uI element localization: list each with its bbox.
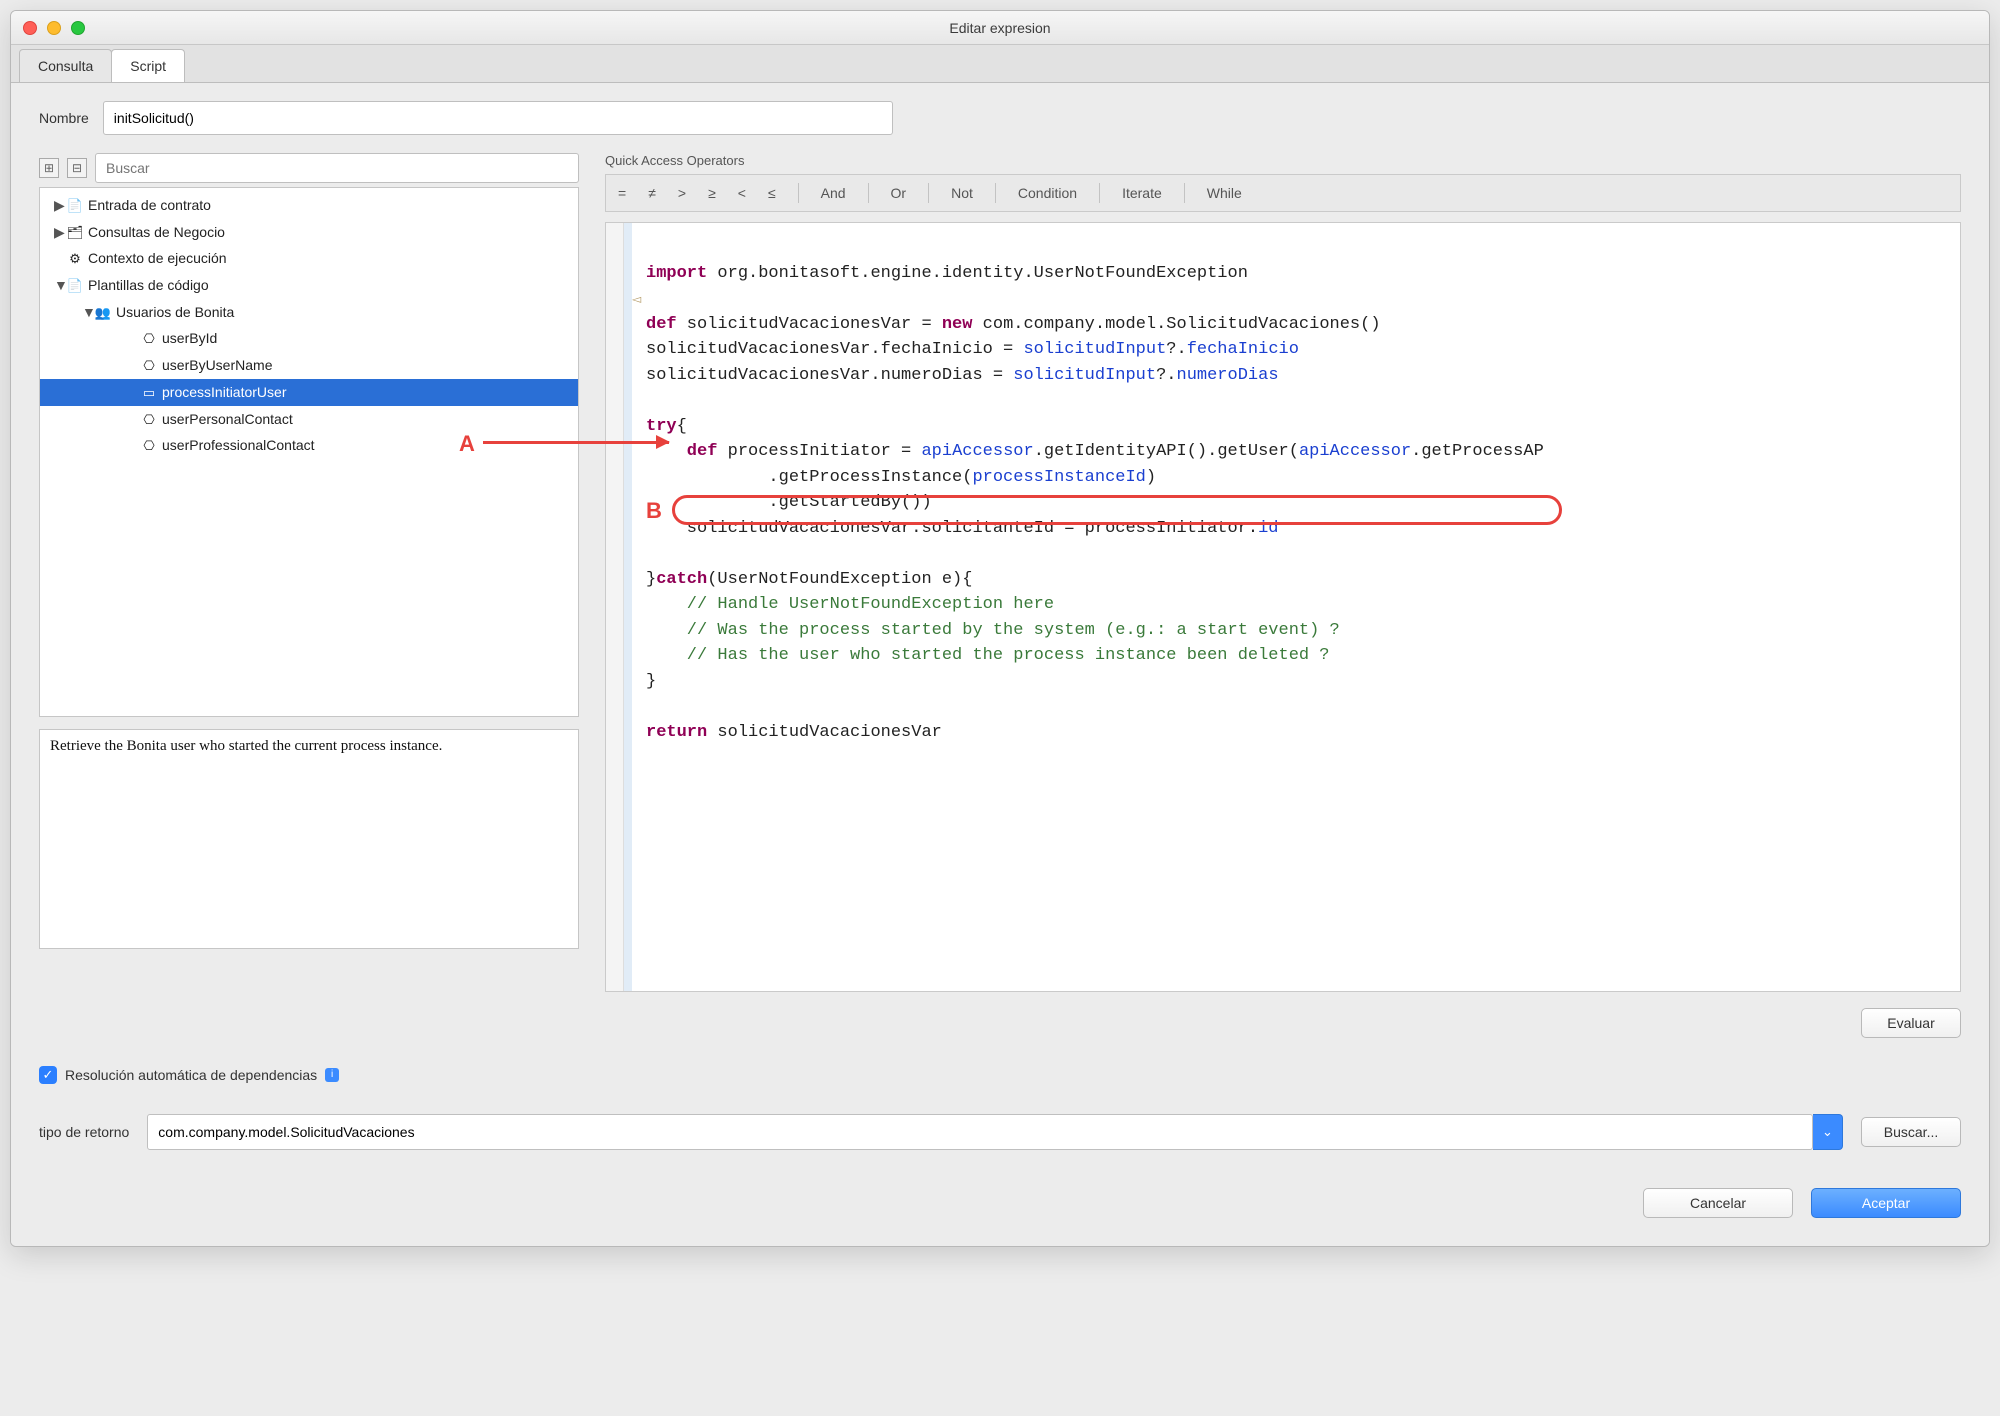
info-icon[interactable]: i [325,1068,339,1082]
op-or[interactable]: Or [891,185,907,201]
tree-node-user-professional-contact[interactable]: ⎔userProfessionalContact [40,432,578,459]
search-type-button[interactable]: Buscar... [1861,1117,1961,1147]
annotation-a-arrow [483,441,669,444]
return-type-label: tipo de retorno [39,1124,129,1140]
tree-node-consultas-negocio[interactable]: ▶🗂Consultas de Negocio [40,219,578,246]
zoom-window-button[interactable] [71,21,85,35]
op-gte[interactable]: ≥ [708,185,716,201]
tree-search-input[interactable] [95,153,579,183]
operator-toolbar: = ≠ > ≥ < ≤ And Or Not Condition Iterate [605,174,1961,212]
annotation-b-label: B [646,498,662,524]
op-lte[interactable]: ≤ [768,185,776,201]
snippet-icon: ⎔ [140,434,158,459]
annotation-b-circle [672,495,1562,525]
expand-all-button[interactable]: ⊞ [39,158,59,178]
auto-dependency-checkbox[interactable]: ✓ [39,1066,57,1084]
document-icon: 📄 [66,274,84,299]
gear-icon: ⚙ [66,247,84,272]
op-condition[interactable]: Condition [1018,185,1077,201]
name-input[interactable] [103,101,893,135]
chevron-down-icon[interactable]: ⌄ [1813,1114,1843,1150]
collapse-all-button[interactable]: ⊟ [67,158,87,178]
template-tree[interactable]: ▶📄Entrada de contrato ▶🗂Consultas de Neg… [39,187,579,717]
close-window-button[interactable] [23,21,37,35]
evaluate-button[interactable]: Evaluar [1861,1008,1961,1038]
snippet-icon: ⎔ [140,327,158,352]
auto-dependency-label: Resolución automática de dependencias [65,1067,317,1083]
op-eq[interactable]: = [618,185,626,201]
tab-script[interactable]: Script [111,49,185,82]
tab-bar: Consulta Script [11,45,1989,83]
name-label: Nombre [39,110,89,126]
tree-node-plantillas-codigo[interactable]: ▼📄Plantillas de código [40,272,578,299]
op-iterate[interactable]: Iterate [1122,185,1162,201]
tree-node-user-by-id[interactable]: ⎔userById [40,325,578,352]
op-while[interactable]: While [1207,185,1242,201]
fold-icon[interactable]: ◅ [632,291,641,309]
users-icon: 👥 [94,301,112,326]
snippet-icon: ⎔ [140,354,158,379]
folder-icon: 🗂 [66,221,84,246]
tree-node-contexto-ejecucion[interactable]: ⚙Contexto de ejecución [40,245,578,272]
op-neq[interactable]: ≠ [648,185,656,201]
snippet-icon: ▭ [140,381,158,406]
tree-node-entrada-contrato[interactable]: ▶📄Entrada de contrato [40,192,578,219]
template-description: Retrieve the Bonita user who started the… [39,729,579,949]
window-titlebar: Editar expresion [11,11,1989,45]
tree-node-usuarios-bonita[interactable]: ▼👥Usuarios de Bonita [40,299,578,326]
document-icon: 📄 [66,194,84,219]
tab-consulta[interactable]: Consulta [19,49,112,82]
minimize-window-button[interactable] [47,21,61,35]
quick-access-label: Quick Access Operators [605,153,1961,168]
op-gt[interactable]: > [678,185,686,201]
window-title: Editar expresion [949,20,1050,36]
tree-node-user-personal-contact[interactable]: ⎔userPersonalContact [40,406,578,433]
op-lt[interactable]: < [738,185,746,201]
tree-node-process-initiator-user[interactable]: ▭processInitiatorUser [40,379,578,406]
op-and[interactable]: And [821,185,846,201]
code-editor[interactable]: ◅import org.bonitasoft.engine.identity.U… [605,222,1961,992]
cancel-button[interactable]: Cancelar [1643,1188,1793,1218]
snippet-icon: ⎔ [140,408,158,433]
return-type-select[interactable] [147,1114,1813,1150]
annotation-a-label: A [459,431,475,457]
tree-node-user-by-username[interactable]: ⎔userByUserName [40,352,578,379]
accept-button[interactable]: Aceptar [1811,1188,1961,1218]
op-not[interactable]: Not [951,185,973,201]
